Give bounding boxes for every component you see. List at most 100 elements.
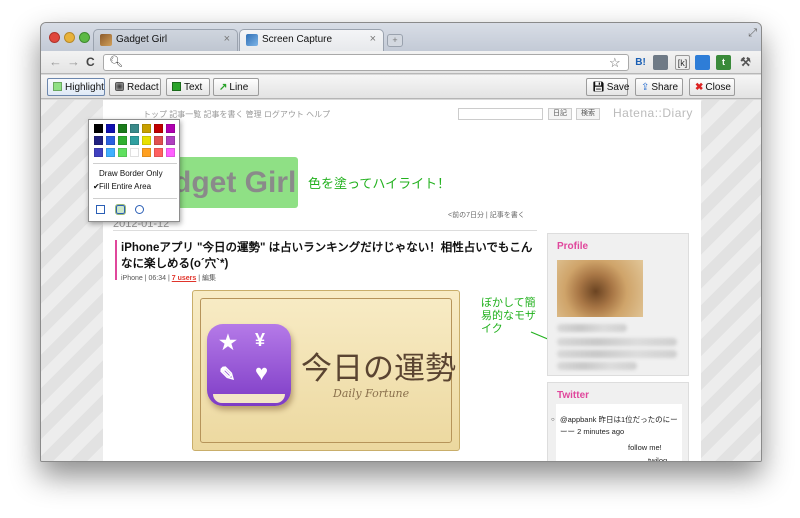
- fortune-book-icon: ★ ¥ ✎ ♥: [207, 324, 291, 406]
- bookmark-star-icon[interactable]: ☆: [609, 55, 621, 71]
- color-swatch[interactable]: [130, 148, 139, 157]
- draw-border-only-option[interactable]: Draw Border Only: [99, 169, 163, 178]
- close-window-button[interactable]: [49, 32, 60, 43]
- hatena-bookmark-extension-icon[interactable]: B!: [633, 55, 648, 70]
- date-divider: [113, 230, 537, 231]
- color-swatch[interactable]: [94, 124, 103, 133]
- zoom-window-button[interactable]: [79, 32, 90, 43]
- redacted-text: [557, 362, 637, 370]
- redact-button[interactable]: Redact: [109, 78, 161, 96]
- color-swatch[interactable]: [130, 136, 139, 145]
- tab-label: Gadget Girl: [116, 34, 168, 45]
- blog-page: トップ 記事一覧 記事を書く 管理 ログアウト ヘルプ 日記 検索 Hatena…: [88, 100, 701, 461]
- share-button[interactable]: ⇪ Share: [635, 78, 683, 96]
- rounded-rectangle-shape-icon[interactable]: [115, 204, 126, 215]
- browser-window: Gadget Girl × Screen Capture × + ⤢ ← → C…: [40, 22, 762, 462]
- kindle-extension-icon[interactable]: [k]: [675, 55, 690, 70]
- rectangle-shape-icon[interactable]: [96, 205, 105, 214]
- palette-divider: [93, 198, 177, 199]
- line-button[interactable]: ↗ Line: [213, 78, 259, 96]
- color-swatch[interactable]: [166, 148, 175, 157]
- forward-button[interactable]: →: [67, 54, 80, 69]
- redacted-text: [557, 324, 627, 332]
- color-swatch[interactable]: [94, 136, 103, 145]
- extension-icon[interactable]: [653, 55, 668, 70]
- save-label: Save: [606, 82, 630, 93]
- redact-label: Redact: [127, 82, 159, 93]
- color-swatch[interactable]: [154, 124, 163, 133]
- color-swatch[interactable]: [142, 124, 151, 133]
- fill-entire-area-option[interactable]: Fill Entire Area: [99, 182, 151, 191]
- edit-link[interactable]: | 編集: [196, 275, 216, 282]
- follow-link[interactable]: follow me!: [628, 443, 662, 452]
- twitter-panel: Twitter @appbank 昨日は1位だったのにーーー 2 minutes…: [547, 382, 689, 461]
- floppy-disk-icon: 💾︎: [592, 82, 605, 93]
- search-button[interactable]: 検索: [576, 108, 600, 120]
- text-label: Text: [184, 82, 203, 93]
- line-label: Line: [229, 82, 249, 93]
- share-upload-icon: ⇪: [641, 82, 650, 93]
- tab-close-icon[interactable]: ×: [224, 33, 230, 45]
- close-button[interactable]: ✖ Close: [689, 78, 735, 96]
- save-button[interactable]: 💾︎ Save: [586, 78, 630, 96]
- bookmark-users-link[interactable]: 7 users: [172, 275, 197, 282]
- color-swatch[interactable]: [106, 136, 115, 145]
- blur-note-text: ぼかして簡易的なモザイク: [481, 297, 536, 335]
- highlight-note-text: 色を塗ってハイライト！: [308, 176, 451, 191]
- entry-title[interactable]: iPhoneアプリ "今日の運勢" は占いランキングだけじゃない！相性占いでもこ…: [121, 240, 541, 272]
- wrench-menu-icon[interactable]: ⚒: [738, 55, 753, 70]
- close-icon: ✖: [695, 82, 704, 93]
- tab-screen-capture[interactable]: Screen Capture ×: [239, 29, 384, 51]
- color-swatch[interactable]: [166, 124, 175, 133]
- color-swatch[interactable]: [154, 148, 163, 157]
- profile-heading: Profile: [557, 241, 589, 252]
- close-label: Close: [705, 82, 731, 93]
- twilog-link[interactable]: twilog: [648, 456, 667, 461]
- entry-category-time: iPhone | 06:34 |: [121, 275, 172, 282]
- blog-search-input[interactable]: [458, 108, 543, 120]
- color-swatch[interactable]: [94, 148, 103, 157]
- book-pages: [213, 394, 285, 403]
- hatena-diary-logo[interactable]: Hatena::Diary: [613, 106, 693, 120]
- prev-days-link[interactable]: <前の7日分 | 記事を書く: [448, 210, 525, 220]
- yen-coin-icon: ¥: [255, 330, 266, 350]
- tweet-item[interactable]: @appbank 昨日は1位だったのにーーー 2 minutes ago: [551, 414, 684, 438]
- color-swatch[interactable]: [118, 148, 127, 157]
- redacted-text: [557, 338, 677, 346]
- fullscreen-icon[interactable]: ⤢: [748, 27, 757, 40]
- pencil-icon: ✎: [219, 364, 236, 386]
- palette-divider: [93, 163, 177, 164]
- reload-button[interactable]: C: [86, 55, 95, 69]
- highlight-color-palette: Draw Border Only ✔ Fill Entire Area: [88, 119, 180, 222]
- tab-gadget-girl[interactable]: Gadget Girl ×: [93, 29, 238, 51]
- profile-panel: Profile: [547, 233, 689, 376]
- color-swatch[interactable]: [166, 136, 175, 145]
- color-swatch[interactable]: [118, 124, 127, 133]
- minimize-window-button[interactable]: [64, 32, 75, 43]
- profile-photo[interactable]: [557, 260, 643, 317]
- color-swatch[interactable]: [142, 136, 151, 145]
- gadget-girl-favicon-icon: [100, 34, 112, 46]
- color-swatch[interactable]: [106, 148, 115, 157]
- color-swatch[interactable]: [118, 136, 127, 145]
- screen-capture-extension-icon[interactable]: [695, 55, 710, 70]
- star-icon: ★: [219, 332, 237, 354]
- twitter-heading: Twitter: [557, 390, 590, 401]
- color-swatch[interactable]: [130, 124, 139, 133]
- color-swatch[interactable]: [154, 136, 163, 145]
- ellipse-shape-icon[interactable]: [135, 205, 144, 214]
- address-bar[interactable]: 🔍︎: [103, 54, 629, 71]
- new-tab-button[interactable]: +: [387, 34, 403, 47]
- color-swatch[interactable]: [142, 148, 151, 157]
- diary-button[interactable]: 日記: [548, 108, 572, 120]
- tumblr-extension-icon[interactable]: t: [716, 55, 731, 70]
- highlight-button[interactable]: Highlight: [47, 78, 105, 96]
- text-button[interactable]: Text: [166, 78, 210, 96]
- tab-close-icon[interactable]: ×: [370, 33, 376, 45]
- highlight-swatch-icon: [53, 82, 62, 91]
- redact-icon: [115, 82, 124, 91]
- back-button[interactable]: ←: [49, 54, 62, 69]
- highlight-label: Highlight: [65, 82, 104, 93]
- fortune-title: 今日の運勢: [301, 351, 456, 387]
- color-swatch[interactable]: [106, 124, 115, 133]
